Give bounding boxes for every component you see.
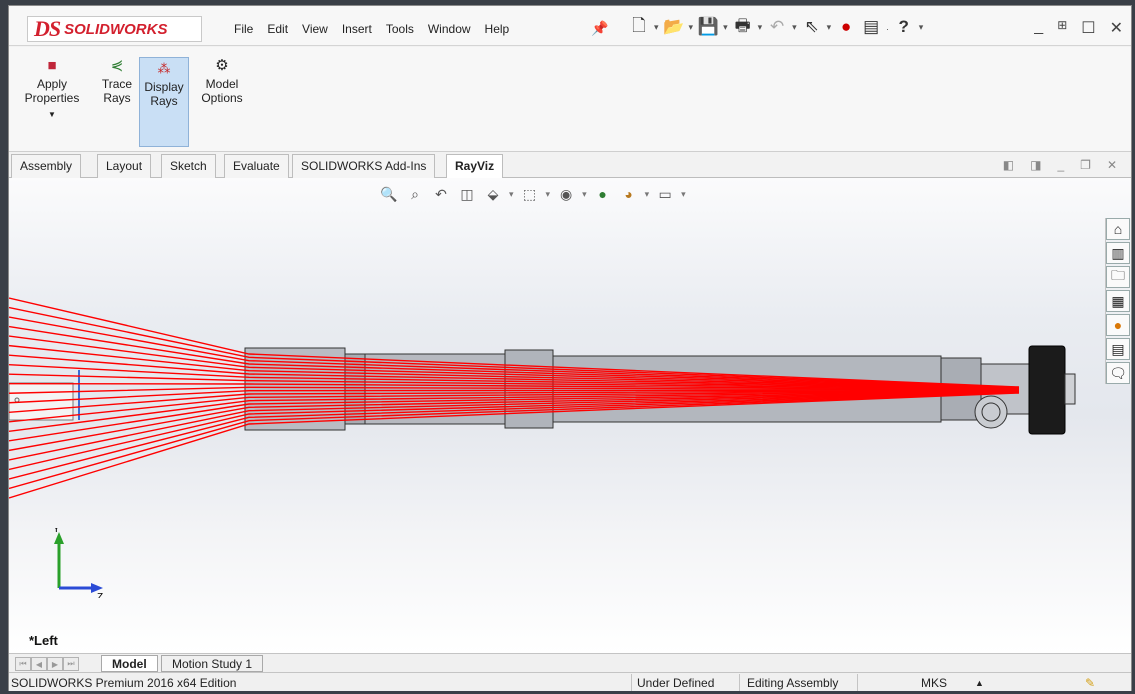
trace-rays-line1: Trace [101, 77, 133, 91]
tile-left-icon[interactable]: ◧ [1003, 158, 1014, 172]
quick-access-toolbar: 🗋 ▾ 📂 ▾ 💾 ▾ 🖶 ▾ ↶ ▾ ⇖ ▾ ● ▤. ? ▾ [629, 16, 923, 38]
model-tabs-bar: ⏮ ◀ ▶ ⏭ Model Motion Study 1 [9, 653, 1131, 672]
custom-properties-icon[interactable]: ▤ [1106, 338, 1130, 360]
editing-mode: Editing Assembly [747, 676, 839, 690]
tile-right-icon[interactable]: ◨ [1030, 158, 1041, 172]
display-rays-button[interactable]: ⁂ Display Rays [139, 57, 189, 147]
logo-text: SOLIDWORKS [64, 20, 168, 38]
minimize-icon[interactable]: _ [1034, 18, 1043, 38]
menu-bar: File Edit View Insert Tools Window Help [227, 22, 516, 36]
title-bar: DS SOLIDWORKS File Edit View Insert Tool… [9, 6, 1131, 46]
tab-layout[interactable]: Layout [97, 154, 152, 178]
tab-scroll-arrows: ⏮ ◀ ▶ ⏭ [15, 657, 79, 671]
task-pane-tabs: ⌂ ▥ 🗀 ▦ ● ▤ 🗨 [1105, 218, 1131, 384]
next-tab-icon[interactable]: ▶ [47, 657, 63, 671]
display-rays-icon: ⁂ [157, 61, 171, 76]
eyepiece-knob[interactable] [1028, 345, 1066, 435]
forum-icon[interactable]: 🗨 [1106, 362, 1130, 384]
units-selector[interactable]: MKS [921, 676, 947, 690]
edition-text: SOLIDWORKS Premium 2016 x64 Edition [11, 676, 237, 690]
z-axis-label: Z [97, 592, 103, 598]
design-library-icon[interactable]: ▥ [1106, 242, 1130, 264]
tab-assembly[interactable]: Assembly [11, 154, 82, 178]
apply-properties-icon: ■ [47, 57, 57, 74]
appearances-icon[interactable]: ● [1106, 314, 1130, 336]
trace-rays-button[interactable]: ⋞ Trace Rays [95, 55, 139, 105]
view-palette-icon[interactable]: ▦ [1106, 290, 1130, 312]
display-rays-line1: Display [144, 80, 184, 94]
doc-minimize-icon[interactable]: _ [1057, 158, 1064, 172]
apply-properties-dropdown-icon[interactable]: ▼ [15, 108, 89, 122]
trace-rays-icon: ⋞ [110, 57, 124, 74]
prev-tab-icon[interactable]: ◀ [31, 657, 47, 671]
first-tab-icon[interactable]: ⏮ [15, 657, 31, 671]
graphics-area[interactable]: 🔍 ⌕ ↶ ◫ ⬙ ▾ ⬚ ▾ ◉ ▾ ● ◕ ▾ ▭ ▾ ⌂ ▥ 🗀 ▦ ● … [9, 178, 1131, 653]
solidworks-logo[interactable]: DS SOLIDWORKS [27, 16, 202, 42]
ds-logo-mark: DS [34, 16, 61, 41]
menu-tools[interactable]: Tools [379, 22, 421, 36]
rebuild-indicator-icon[interactable]: ✎ [1085, 676, 1095, 690]
y-axis-label: Y [53, 528, 60, 535]
new-document-icon[interactable]: 🗋 [629, 16, 649, 38]
doc-restore-icon[interactable]: ❐ [1080, 158, 1091, 172]
menu-help[interactable]: Help [478, 22, 517, 36]
menu-window[interactable]: Window [421, 22, 478, 36]
doc-close-icon[interactable]: ✕ [1107, 158, 1117, 172]
pin-icon[interactable]: 📌 [591, 20, 608, 37]
model-options-line1: Model [205, 77, 239, 91]
file-properties-icon[interactable]: ▤ [861, 16, 881, 38]
menu-insert[interactable]: Insert [335, 22, 379, 36]
trace-rays-line2: Rays [103, 91, 131, 105]
menu-edit[interactable]: Edit [260, 22, 295, 36]
axis-triad: Y Z [53, 528, 103, 598]
view-orientation-label: *Left [29, 633, 58, 648]
command-manager-tabs: Assembly Layout Sketch Evaluate SOLIDWOR… [9, 152, 1131, 179]
apply-properties-line2: Properties [24, 91, 80, 105]
model-options-line2: Options [201, 91, 243, 105]
definition-state: Under Defined [637, 676, 715, 690]
save-icon[interactable]: 💾 [697, 16, 718, 38]
menu-view[interactable]: View [295, 22, 335, 36]
last-tab-icon[interactable]: ⏭ [63, 657, 79, 671]
help-icon[interactable]: ? [894, 16, 914, 38]
tab-rayviz[interactable]: RayViz [446, 154, 504, 179]
close-icon[interactable]: ✕ [1110, 18, 1123, 38]
model-svg [9, 297, 1076, 499]
document-controls: ◧ ◨ _ ❐ ✕ [1003, 158, 1117, 172]
window-controls: _ ⊞ ☐ ✕ [1034, 18, 1123, 38]
units-arrow-icon[interactable]: ▲ [975, 678, 984, 688]
rebuild-icon[interactable]: ● [836, 16, 856, 38]
open-icon[interactable]: 📂 [663, 16, 684, 38]
eyepiece-cap [1064, 373, 1076, 405]
solidworks-window: DS SOLIDWORKS File Edit View Insert Tool… [8, 5, 1132, 691]
command-manager: ■ Apply Properties ▼ ⋞ Trace Rays ⁂ Disp… [9, 47, 1131, 152]
select-icon[interactable]: ⇖ [802, 16, 822, 38]
home-icon[interactable]: ⌂ [1106, 218, 1130, 240]
gear-icon: ⚙ [215, 57, 229, 74]
tab-sketch[interactable]: Sketch [161, 154, 216, 178]
thumb-screw[interactable] [974, 395, 1008, 429]
tile-icon[interactable]: ⊞ [1057, 18, 1067, 38]
display-rays-line2: Rays [150, 94, 178, 108]
tab-solidworks-add-ins[interactable]: SOLIDWORKS Add-Ins [292, 154, 436, 178]
ray-bundle [9, 297, 1020, 499]
tab-motion-study-1[interactable]: Motion Study 1 [161, 655, 264, 672]
undo-icon[interactable]: ↶ [767, 16, 787, 38]
print-icon[interactable]: 🖶 [733, 16, 753, 38]
apply-properties-line1: Apply [36, 77, 68, 91]
menu-file[interactable]: File [227, 22, 260, 36]
maximize-icon[interactable]: ☐ [1081, 18, 1095, 38]
tab-evaluate[interactable]: Evaluate [224, 154, 289, 178]
tab-model[interactable]: Model [101, 655, 158, 672]
status-bar: SOLIDWORKS Premium 2016 x64 Edition Unde… [9, 672, 1131, 691]
file-explorer-icon[interactable]: 🗀 [1106, 266, 1130, 288]
apply-properties-button[interactable]: ■ Apply Properties ▼ [15, 55, 89, 122]
model-options-button[interactable]: ⚙ Model Options [195, 55, 249, 105]
